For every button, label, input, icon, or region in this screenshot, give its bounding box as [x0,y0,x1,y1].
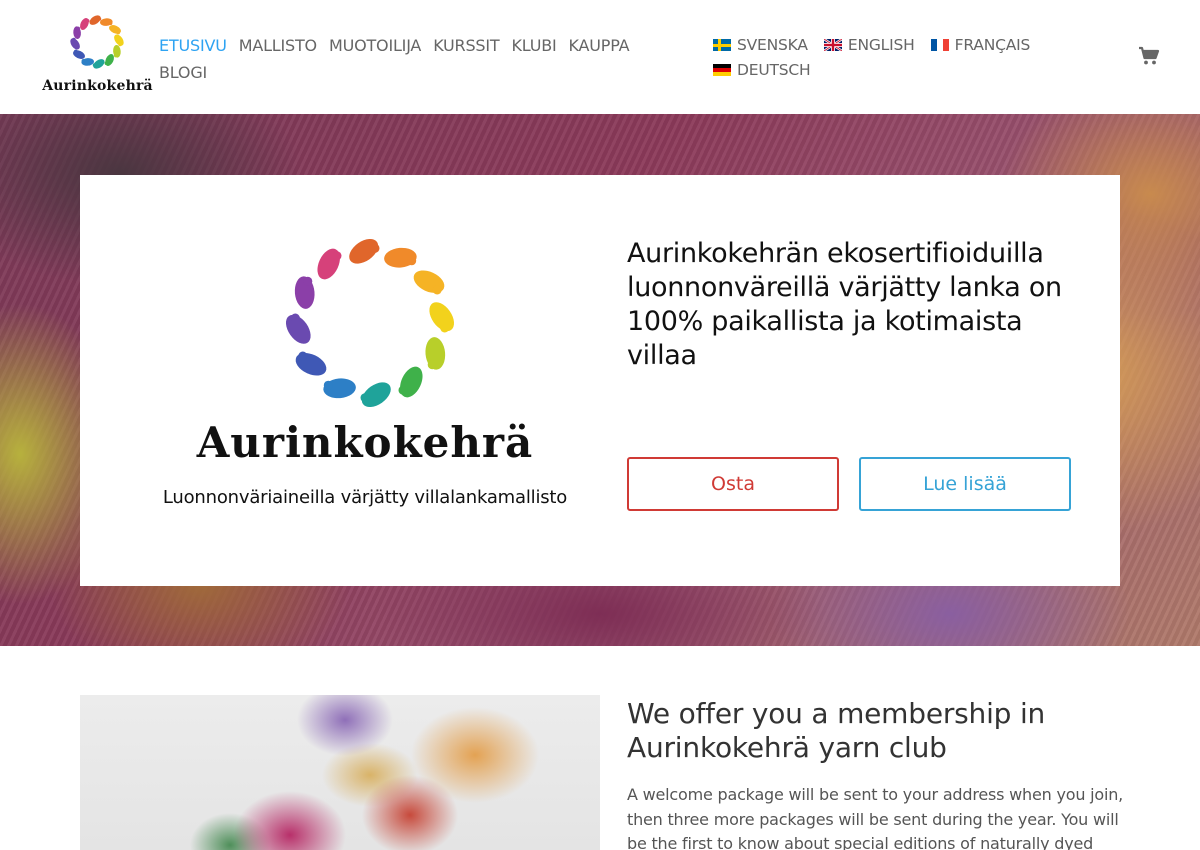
swirl-tail [323,380,333,390]
uk-flag-icon [823,39,842,51]
lang-label: SVENSKA [737,36,808,54]
swirl-tail [85,19,90,23]
swirl-tail [360,393,370,403]
swirl-tail [407,256,417,266]
lang-francais[interactable]: FRANÇAIS [930,33,1031,58]
swirl-tail [76,26,80,31]
lang-label: DEUTSCH [737,61,811,79]
sweden-flag-icon [713,39,731,51]
site-header: Aurinkokehrä ETUSIVU MALLISTO MUOTOILIJA KU… [0,0,1200,114]
lang-label: FRANÇAIS [954,36,1031,54]
swirl-petal [295,353,327,376]
nav-item-blogi[interactable]: BLOGI [159,59,207,86]
swirl-tail [427,360,437,370]
nav-item-mallisto[interactable]: MALLISTO [239,32,317,59]
swirl-petal [400,366,423,398]
swirl-petal [105,54,114,66]
nav-item-muotoilija[interactable]: MUOTOILIJA [329,32,421,59]
swirl-tail [290,313,300,323]
yarn-club-image [80,695,600,850]
hero-logo-wordmark: Aurinkokehrä [196,418,534,467]
swirl-petal [317,248,340,280]
swirl-tail [97,17,102,21]
swirl-tail [74,49,78,54]
sun-swirl-logo-icon [70,15,124,69]
swirl-tail [108,21,113,25]
lang-svenska[interactable]: SVENSKA [713,33,808,58]
club-description: A welcome package will be sent to your a… [627,785,1124,850]
nav-item-kauppa[interactable]: KAUPPA [569,32,630,59]
hero-card: Aurinkokehrä Luonnonväriaineilla värjätt… [80,175,1120,586]
swirl-tail [72,37,76,42]
swirl-tail [116,30,120,35]
cart-icon[interactable] [1138,46,1160,66]
hero-tagline: Luonnonväriaineilla värjätty villalankam… [162,487,568,508]
swirl-tail [398,385,408,395]
swirl-tail [81,59,86,63]
swirl-tail [370,243,380,253]
swirl-tail [440,323,450,333]
france-flag-icon [930,39,949,51]
lang-deutsch[interactable]: DEUTSCH [713,58,811,83]
nav-item-etusivu[interactable]: ETUSIVU [159,32,227,59]
swirl-tail [332,251,342,261]
read-more-button[interactable]: Lue lisää [859,457,1071,511]
swirl-petal [413,270,445,293]
club-heading: We offer you a membership in Aurinkokehr… [627,697,1046,764]
swirl-tail [114,53,118,58]
swirl-tail [432,285,442,295]
hero-banner: Aurinkokehrä Luonnonväriaineilla värjätt… [0,114,1200,646]
hero-heading: Aurinkokehrän ekosertifioiduilla luonnon… [627,238,1062,371]
swirl-tail [303,276,313,286]
nav-item-kurssit[interactable]: KURSSIT [433,32,499,59]
swirl-tail [92,63,97,67]
swirl-tail [298,351,308,361]
language-switcher: SVENSKA ENGLISH FRANÇAIS DEUTSCH [713,33,1073,83]
swirl-petal [80,18,89,30]
lang-english[interactable]: ENGLISH [823,33,915,58]
swirl-petal [109,25,121,34]
nav-item-klubi[interactable]: KLUBI [511,32,556,59]
logo-wordmark: Aurinkokehrä [42,78,153,94]
germany-flag-icon [713,64,731,76]
sun-swirl-logo-icon [285,238,455,408]
lang-label: ENGLISH [847,36,915,54]
site-logo[interactable]: Aurinkokehrä [40,14,155,100]
swirl-tail [104,61,109,65]
buy-button[interactable]: Osta [627,457,839,511]
swirl-petal [73,50,85,59]
swirl-tail [118,42,122,47]
main-nav: ETUSIVU MALLISTO MUOTOILIJA KURSSIT KLUBI KAU… [159,32,679,86]
